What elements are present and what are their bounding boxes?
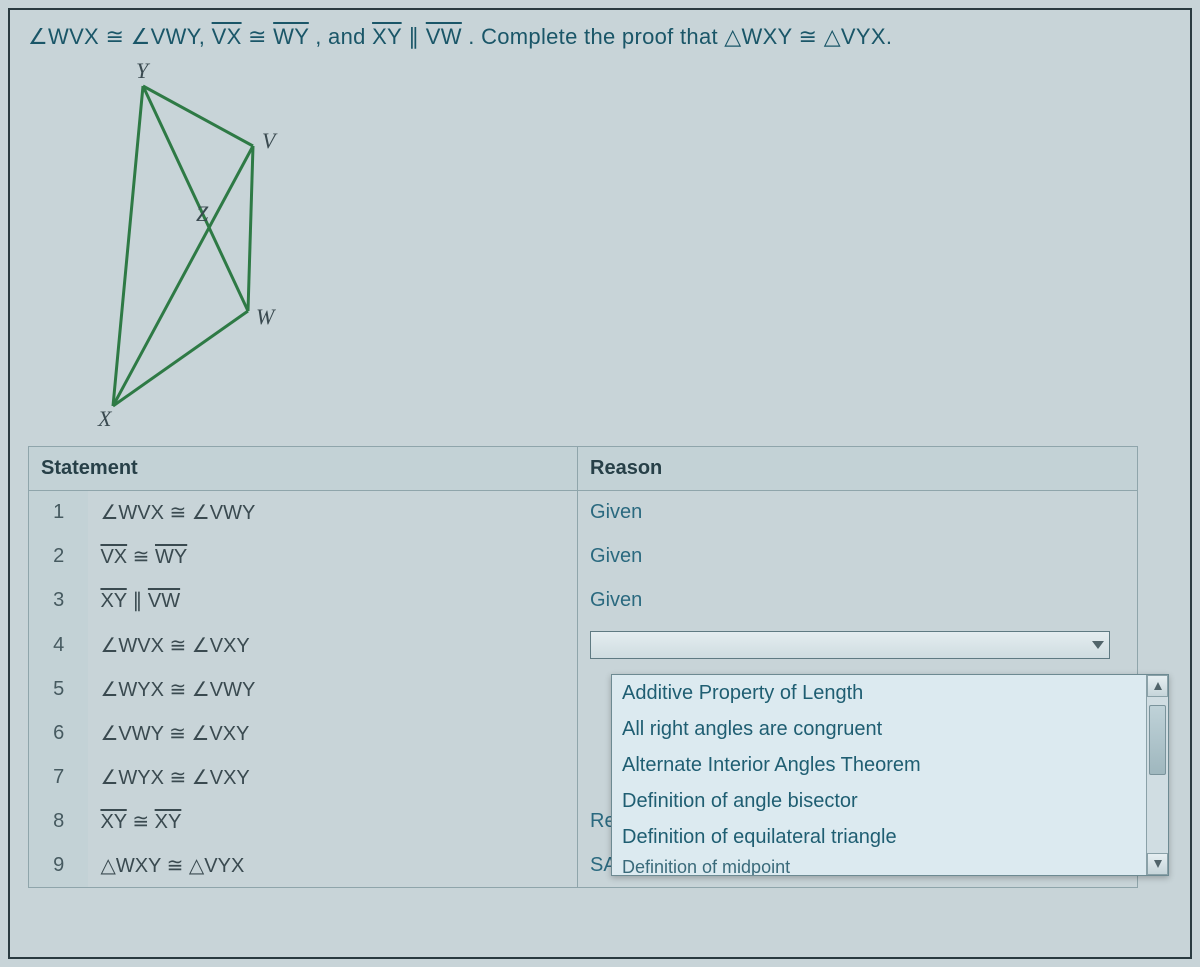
segment-VW: VW [426,24,462,49]
dropdown-option[interactable]: Alternate Interior Angles Theorem [612,747,1168,783]
scroll-thumb[interactable] [1149,705,1166,775]
row-number: 8 [29,800,89,844]
dropdown-option[interactable]: Definition of equilateral triangle [612,819,1168,855]
label-X: X [97,406,113,431]
row-number: 3 [29,579,89,623]
row-number: 6 [29,712,89,756]
problem-prompt: ∠WVX ≅ ∠VWY, VX ≅ WY , and XY ∥ VW . Com… [28,24,1172,50]
proof-area: Statement Reason 1∠WVX ≅ ∠VWYGiven2VX ≅ … [28,446,1172,888]
dropdown-option[interactable]: Definition of angle bisector [612,783,1168,819]
scroll-down-arrow[interactable] [1147,853,1168,875]
table-row: 1∠WVX ≅ ∠VWY Given [29,491,1138,535]
reason-cell[interactable]: Given [578,579,1138,623]
reason-cell[interactable] [578,623,1138,668]
statement-cell: XY ≅ XY [88,800,577,844]
dropdown-option[interactable]: All right angles are congruent [612,711,1168,747]
header-statement: Statement [29,447,578,491]
row-number: 5 [29,668,89,712]
geometry-diagram: Y V Z W X [58,56,318,436]
reason-cell[interactable]: Given [578,491,1138,535]
label-V: V [262,128,278,153]
statement-cell: ∠WVX ≅ ∠VWY [88,491,577,535]
reason-text[interactable]: Given [590,501,642,523]
segment-WY: WY [273,24,309,49]
scroll-up-arrow[interactable] [1147,675,1168,697]
statement-cell: △WXY ≅ △VYX [88,844,577,888]
worksheet-frame: ∠WVX ≅ ∠VWY, VX ≅ WY , and XY ∥ VW . Com… [8,8,1192,959]
prompt-part-1: ∠WVX ≅ ∠VWY, [28,24,212,49]
header-reason: Reason [578,447,1138,491]
statement-cell: ∠WYX ≅ ∠VXY [88,756,577,800]
reason-text[interactable]: Given [590,545,642,567]
statement-cell: ∠VWY ≅ ∠VXY [88,712,577,756]
row-number: 9 [29,844,89,888]
row-number: 4 [29,623,89,668]
row-number: 1 [29,491,89,535]
table-row: 2VX ≅ WY Given [29,535,1138,579]
parallel-symbol: ∥ [408,24,426,49]
segment-XY: XY [372,24,402,49]
statement-cell: VX ≅ WY [88,535,577,579]
statement-cell: ∠WYX ≅ ∠VWY [88,668,577,712]
label-Z: Z [196,201,209,226]
reason-cell[interactable]: Given [578,535,1138,579]
statement-cell: ∠WVX ≅ ∠VXY [88,623,577,668]
prompt-part-2: , and [315,24,372,49]
segment-VX: VX [212,24,242,49]
label-W: W [256,304,276,329]
dropdown-option[interactable]: Additive Property of Length [612,675,1168,711]
dropdown-option[interactable]: Definition of midpoint [612,855,1168,875]
prompt-part-3: . Complete the proof that △WXY ≅ △VYX. [468,24,892,49]
label-Y: Y [136,58,151,83]
row-number: 7 [29,756,89,800]
dropdown-scrollbar[interactable] [1146,675,1168,875]
reason-dropdown-panel[interactable]: Additive Property of LengthAll right ang… [611,674,1169,876]
reason-combobox[interactable] [590,631,1110,659]
congruent-symbol-1: ≅ [248,24,273,49]
statement-cell: XY ∥ VW [88,579,577,623]
row-number: 2 [29,535,89,579]
table-row: 4∠WVX ≅ ∠VXY [29,623,1138,668]
reason-text[interactable]: Given [590,589,642,611]
table-row: 3XY ∥ VW Given [29,579,1138,623]
